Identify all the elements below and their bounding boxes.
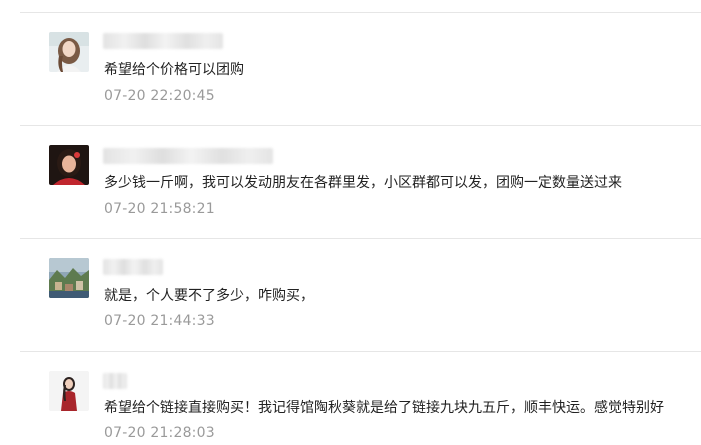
comment-time: 07-20 21:28:03 <box>104 425 215 441</box>
avatar[interactable] <box>49 145 89 185</box>
divider <box>20 12 701 13</box>
comment-text: 希望给个价格可以团购 <box>104 62 244 78</box>
divider <box>20 125 701 126</box>
nickname-blurred <box>103 33 223 49</box>
avatar[interactable] <box>49 32 89 72</box>
nickname-blurred <box>103 259 163 275</box>
comment-text: 多少钱一斤啊，我可以发动朋友在各群里发，小区群都可以发，团购一定数量送过来 <box>104 175 622 191</box>
comment-time: 07-20 21:58:21 <box>104 201 215 217</box>
nickname-blurred <box>103 148 273 164</box>
divider <box>20 238 701 239</box>
nickname-blurred <box>103 373 127 389</box>
avatar[interactable] <box>49 258 89 298</box>
divider <box>20 351 701 352</box>
comment-time: 07-20 22:20:45 <box>104 88 215 104</box>
avatar[interactable] <box>49 371 89 411</box>
comment-text: 希望给个链接直接购买！我记得馆陶秋葵就是给了链接九块九五斤，顺丰快运。感觉特别好 <box>104 400 664 416</box>
comment-text: 就是，个人要不了多少，咋购买， <box>104 288 314 304</box>
comment-time: 07-20 21:44:33 <box>104 313 215 329</box>
